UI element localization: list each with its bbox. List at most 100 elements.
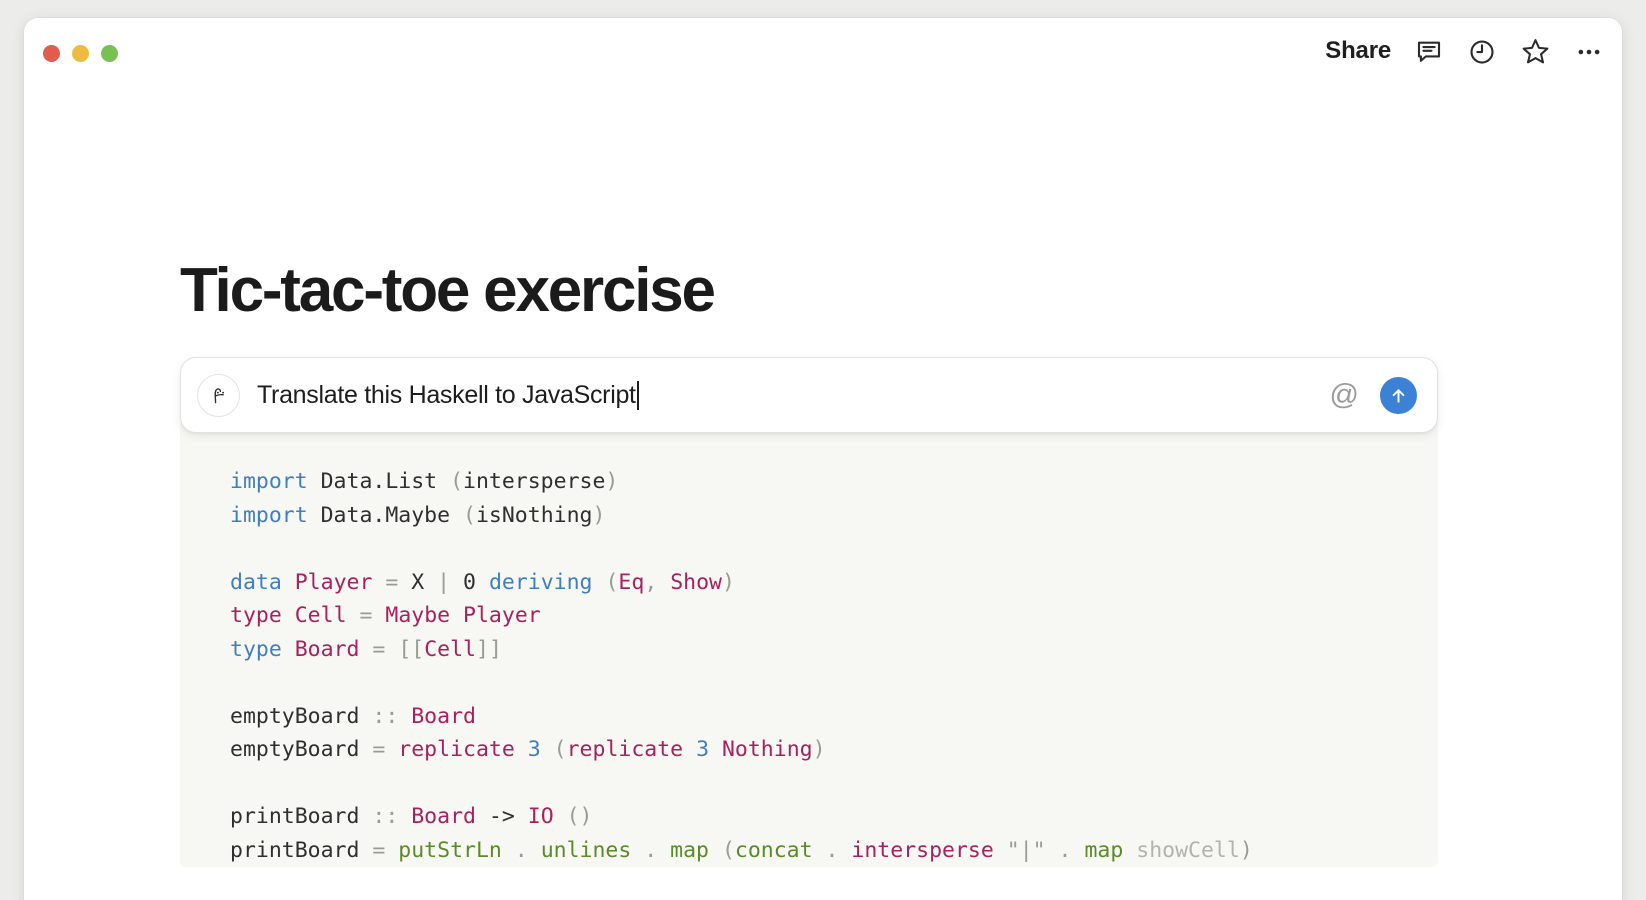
code-token: X	[398, 570, 437, 595]
ai-prompt-value: Translate this Haskell to JavaScript	[257, 381, 636, 410]
document-toolbar: Share	[1325, 36, 1604, 67]
ai-prompt-input[interactable]: Translate this Haskell to JavaScript	[257, 381, 1330, 410]
code-token: Board	[295, 637, 360, 662]
code-token: Board	[411, 804, 476, 829]
code-token: ]]	[476, 637, 502, 662]
code-token: deriving	[489, 570, 593, 595]
code-token: IO	[528, 804, 554, 829]
code-token	[709, 838, 722, 863]
share-button[interactable]: Share	[1325, 39, 1391, 65]
code-token: Cell	[295, 603, 347, 628]
code-token: data	[230, 570, 282, 595]
code-token: Data.List	[308, 469, 450, 494]
code-token: 3	[528, 737, 541, 762]
history-icon[interactable]	[1467, 37, 1497, 67]
code-token: intersperse	[463, 469, 605, 494]
code-token	[282, 603, 295, 628]
code-token: 3	[696, 737, 709, 762]
code-token: isNothing	[476, 503, 593, 528]
code-token: emptyBoard	[230, 737, 372, 762]
code-token	[347, 603, 360, 628]
code-token: |	[437, 570, 450, 595]
code-token: concat	[735, 838, 813, 863]
code-token: printBoard	[230, 838, 372, 863]
code-token: Cell	[424, 637, 476, 662]
code-token: showCell	[1136, 838, 1240, 863]
code-token: emptyBoard	[230, 704, 372, 729]
code-token: Player	[295, 570, 373, 595]
code-token: replicate	[567, 737, 684, 762]
code-token	[683, 737, 696, 762]
code-token	[282, 637, 295, 662]
ai-prompt-bar[interactable]: Translate this Haskell to JavaScript @	[180, 357, 1438, 433]
code-token: )	[592, 503, 605, 528]
ai-prompt-section: Translate this Haskell to JavaScript @	[180, 357, 1438, 867]
code-token	[994, 838, 1007, 863]
code-token: .	[631, 838, 670, 863]
more-options-icon[interactable]	[1574, 37, 1604, 67]
code-token: =	[372, 737, 385, 762]
code-token: (	[554, 737, 567, 762]
code-token	[541, 737, 554, 762]
minimize-window-button[interactable]	[72, 45, 89, 62]
ai-prompt-actions: @	[1330, 377, 1417, 414]
code-token	[515, 737, 528, 762]
code-token: ::	[372, 704, 398, 729]
code-content: import Data.List (intersperse) import Da…	[230, 465, 1438, 867]
code-token	[385, 737, 398, 762]
comment-icon[interactable]	[1414, 37, 1444, 67]
code-token: printBoard	[230, 804, 372, 829]
code-token: )	[722, 570, 735, 595]
code-token	[398, 804, 411, 829]
code-token: replicate	[398, 737, 515, 762]
code-token	[282, 570, 295, 595]
code-token	[1123, 838, 1136, 863]
code-token: )	[1240, 838, 1253, 863]
code-token: 0	[450, 570, 489, 595]
code-token: .	[813, 838, 852, 863]
code-token: Board	[411, 704, 476, 729]
ai-assistant-icon	[197, 374, 240, 417]
window-titlebar: Share	[24, 18, 1622, 88]
code-token	[554, 804, 567, 829]
code-token: =	[372, 637, 385, 662]
code-token: Maybe Player	[385, 603, 540, 628]
at-mention-icon[interactable]: @	[1330, 381, 1359, 410]
code-token: import	[230, 503, 308, 528]
code-token: (	[722, 838, 735, 863]
code-token: intersperse	[851, 838, 993, 863]
code-token: import	[230, 469, 308, 494]
code-token	[593, 570, 606, 595]
code-token: map	[1084, 838, 1123, 863]
code-token: =	[359, 603, 372, 628]
code-token: =	[385, 570, 398, 595]
code-token: (	[463, 503, 476, 528]
code-token: )	[813, 737, 826, 762]
code-token: unlines	[541, 838, 632, 863]
code-token	[385, 838, 398, 863]
code-token: (	[605, 570, 618, 595]
code-token: .	[502, 838, 541, 863]
code-token: [[	[398, 637, 424, 662]
code-token: (	[450, 469, 463, 494]
code-block: import Data.List (intersperse) import Da…	[180, 419, 1438, 867]
code-token: map	[670, 838, 709, 863]
code-token: "|"	[1007, 838, 1046, 863]
code-token: .	[1046, 838, 1085, 863]
code-token: type	[230, 637, 282, 662]
code-token: ->	[489, 804, 515, 829]
code-token: =	[372, 838, 385, 863]
document-window: Share	[24, 18, 1622, 900]
app-root: Share	[0, 0, 1646, 900]
maximize-window-button[interactable]	[101, 45, 118, 62]
send-prompt-button[interactable]	[1380, 377, 1417, 414]
code-token: Data.Maybe	[308, 503, 463, 528]
page-title: Tic-tac-toe exercise	[180, 258, 1562, 323]
close-window-button[interactable]	[43, 45, 60, 62]
code-token	[709, 737, 722, 762]
code-token: )	[605, 469, 618, 494]
code-token: Show	[670, 570, 722, 595]
star-icon[interactable]	[1520, 36, 1551, 67]
code-token	[398, 704, 411, 729]
code-token	[385, 637, 398, 662]
